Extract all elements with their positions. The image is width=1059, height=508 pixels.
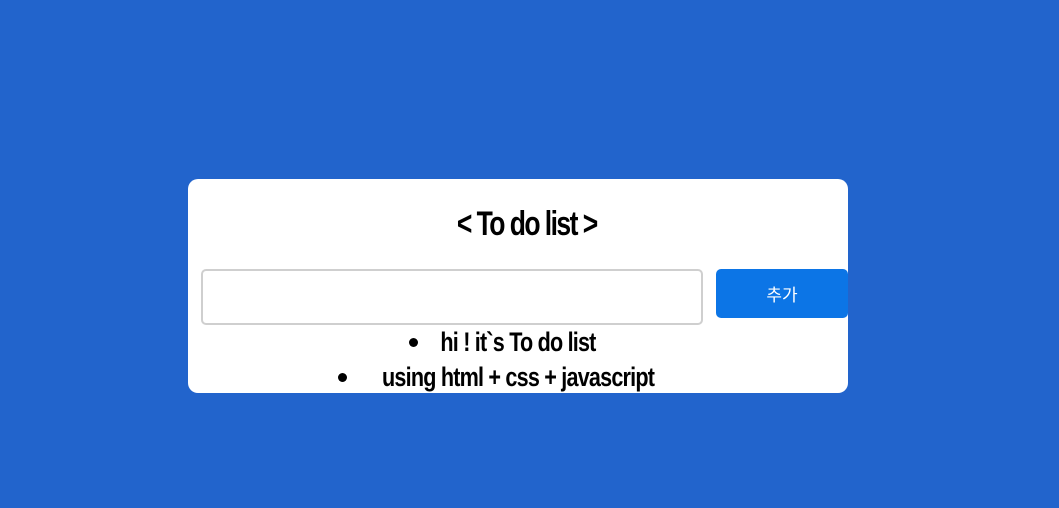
todo-list: hi ! it`s To do list using html + css + … xyxy=(188,325,848,395)
page-title: < To do list > xyxy=(456,205,598,243)
page: < To do list > 추가 hi ! it`s To do list u… xyxy=(0,0,1059,508)
list-item: hi ! it`s To do list xyxy=(188,325,848,360)
todo-input[interactable] xyxy=(201,269,703,325)
add-button[interactable]: 추가 xyxy=(716,269,848,318)
list-item: using html + css + javascript xyxy=(188,360,848,395)
todo-text: using html + css + javascript xyxy=(381,362,655,392)
todo-text: hi ! it`s To do list xyxy=(440,327,596,357)
bullet-icon xyxy=(409,338,418,347)
bullet-icon xyxy=(338,373,347,382)
